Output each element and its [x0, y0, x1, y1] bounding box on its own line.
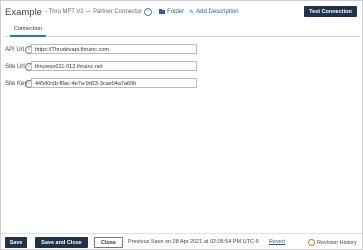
- folder-link-label: Folder: [167, 9, 185, 15]
- tab-connection[interactable]: Connection: [10, 25, 46, 37]
- add-description-link[interactable]: ✎ Add Description: [189, 9, 238, 16]
- revision-history-link[interactable]: Revision History: [308, 239, 357, 246]
- api-url-label: API Url: [5, 46, 25, 53]
- folder-icon: [159, 9, 166, 14]
- site-key-label: Site Key: [5, 80, 28, 87]
- tab-bar: Connection: [5, 25, 360, 37]
- folder-link[interactable]: Folder: [159, 9, 184, 15]
- save-button[interactable]: Save: [5, 237, 27, 248]
- api-url-row: API Url i: [5, 44, 33, 55]
- site-key-field[interactable]: 445d0ctb-f0ac-4e7a-9d23-3cae04a7a60b: [31, 78, 197, 88]
- connector-window: Example - Thru MFT V2 — Partner Connecto…: [0, 0, 363, 250]
- site-url-field[interactable]: thrurepo011-012.thruinc.net: [31, 61, 197, 71]
- history-icon: [308, 239, 315, 246]
- save-and-close-button[interactable]: Save and Close: [35, 237, 88, 248]
- close-button[interactable]: Close: [94, 237, 123, 248]
- page-title: Example: [5, 6, 42, 18]
- revert-link[interactable]: Revert: [269, 239, 285, 245]
- add-description-label: Add Description: [196, 9, 239, 15]
- test-connection-button[interactable]: Test Connection: [304, 6, 357, 17]
- pencil-icon: ✎: [189, 9, 195, 16]
- save-status: Previous Save on 28 Apr 2021 at 02:05:54…: [128, 239, 259, 245]
- site-url-label: Site Url: [5, 63, 25, 70]
- info-icon[interactable]: i: [144, 8, 153, 16]
- site-url-row: Site Url i: [5, 61, 33, 72]
- revision-history-label: Revision History: [317, 239, 357, 246]
- footer-bar: Save Save and Close Close Previous Save …: [1, 233, 362, 250]
- site-key-row: Site Key i: [5, 78, 33, 89]
- api-url-field[interactable]: https://Thrudevapi.thruinc.com: [31, 44, 197, 54]
- page-header: Example - Thru MFT V2 — Partner Connecto…: [5, 5, 239, 19]
- page-subtitle: - Thru MFT V2 — Partner Connector: [44, 9, 143, 15]
